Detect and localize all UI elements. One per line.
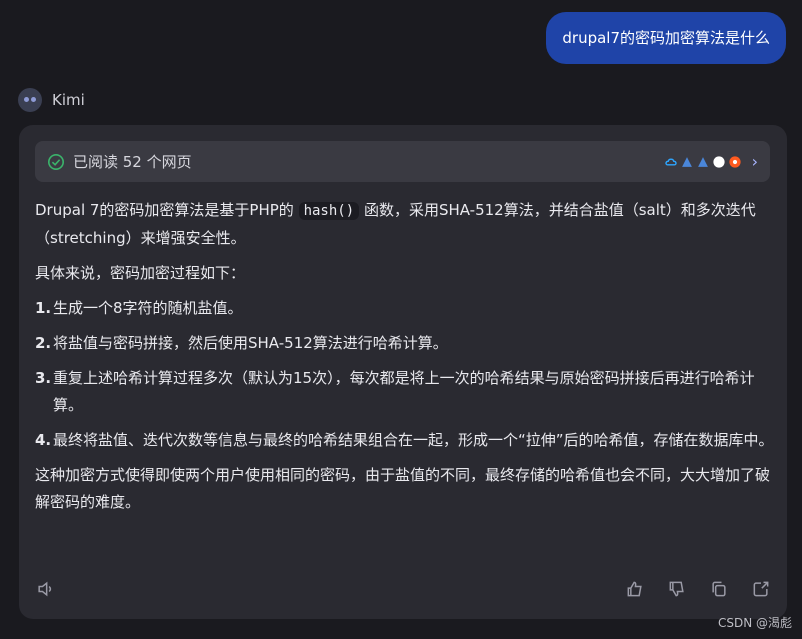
list-item: 2. 将盐值与密码拼接，然后使用SHA-512算法进行哈希计算。 [35,330,775,357]
step-text: 重复上述哈希计算过程多次（默认为15次），每次都是将上一次的哈希结果与原始密码拼… [53,369,755,414]
bot-name: Kimi [52,91,85,109]
step-number: 4. [35,431,52,449]
thumbs-down-icon[interactable] [667,579,687,599]
sources-bar[interactable]: 已阅读 52 个网页 › [35,141,770,182]
blue-a-icon [681,156,692,167]
copy-icon[interactable] [709,579,729,599]
message-actions [35,575,771,603]
step-text: 最终将盐值、迭代次数等信息与最终的哈希结果组合在一起，形成一个“拉伸”后的哈希值… [53,431,774,449]
inline-code: hash() [298,202,360,220]
share-icon[interactable] [751,579,771,599]
list-item: 4. 最终将盐值、迭代次数等信息与最终的哈希结果组合在一起，形成一个“拉伸”后的… [35,427,775,454]
step-number: 1. [35,299,52,317]
step-number: 2. [35,334,52,352]
answer-p1-pre: Drupal 7的密码加密算法是基于PHP的 [35,201,294,219]
action-buttons [625,579,771,599]
step-text: 生成一个8字符的随机盐值。 [53,299,243,317]
sources-label: 已阅读 52 个网页 [73,153,192,171]
cloud-icon [664,158,677,165]
white-circle-icon [712,155,725,168]
steps-list: 1. 生成一个8字符的随机盐值。 2. 将盐值与密码拼接，然后使用SHA-512… [35,295,775,454]
assistant-message-card: 已阅读 52 个网页 › Drupal 7的密码加密算法是基于PHP的 hash… [19,125,787,619]
kimi-avatar-icon [18,88,42,112]
user-message-text: drupal7的密码加密算法是什么 [562,29,770,47]
user-message-bubble: drupal7的密码加密算法是什么 [546,12,786,64]
orange-circle-icon [728,155,741,168]
check-circle-icon [47,153,65,170]
blue-a-icon [697,156,708,167]
list-item: 1. 生成一个8字符的随机盐值。 [35,295,775,322]
source-icons [664,155,742,169]
answer-content: Drupal 7的密码加密算法是基于PHP的 hash() 函数，采用SHA-5… [35,197,775,524]
step-number: 3. [35,369,52,387]
answer-paragraph-2: 具体来说，密码加密过程如下： [35,264,246,282]
answer-paragraph-1: Drupal 7的密码加密算法是基于PHP的 hash() 函数，采用SHA-5… [35,197,775,252]
bot-header: Kimi [18,88,85,112]
answer-paragraph-3: 这种加密方式使得即使两个用户使用相同的密码，由于盐值的不同，最终存储的哈希值也会… [35,466,771,511]
thumbs-up-icon[interactable] [625,579,645,599]
step-text: 将盐值与密码拼接，然后使用SHA-512算法进行哈希计算。 [53,334,448,352]
chevron-right-icon[interactable]: › [752,152,758,171]
speaker-icon[interactable] [35,579,55,599]
csdn-watermark: CSDN @渴彪 [717,616,792,630]
list-item: 3. 重复上述哈希计算过程多次（默认为15次），每次都是将上一次的哈希结果与原始… [35,365,775,419]
